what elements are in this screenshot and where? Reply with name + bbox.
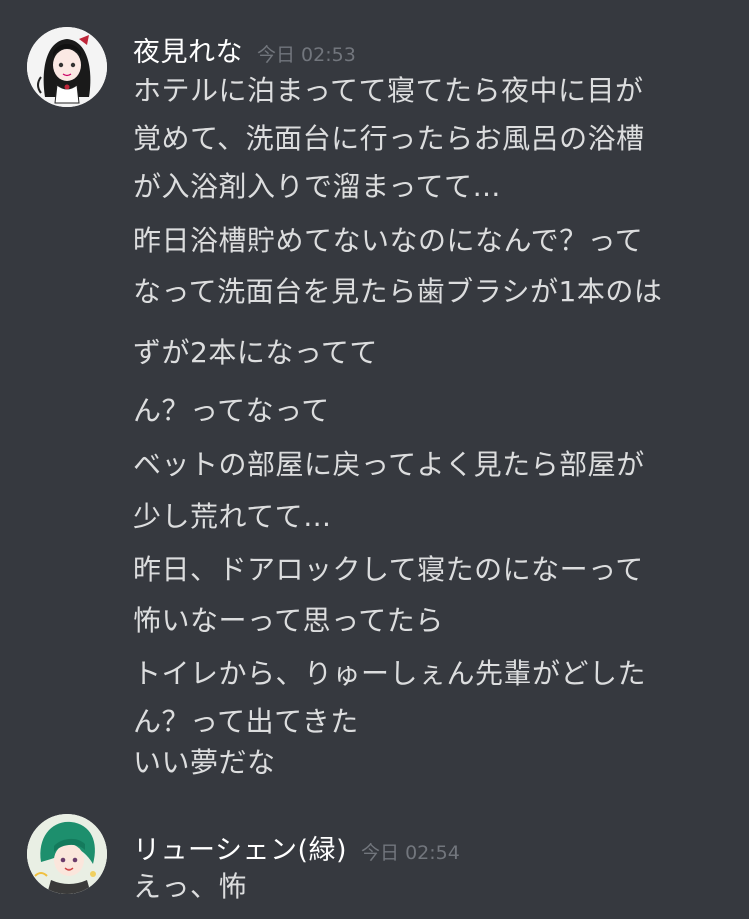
- message-line: えっ、怖: [133, 870, 248, 903]
- message-line: 覚めて、洗面台に行ったらお風呂の浴槽: [133, 122, 645, 155]
- message-line: なって洗面台を見たら歯ブラシが1本のは: [133, 275, 663, 308]
- message-header: 夜見れな 今日 02:53: [133, 30, 356, 69]
- message-line: 昨日浴槽貯めてないなのになんで？って: [133, 224, 644, 257]
- message-line: トイレから、りゅーしぇん先輩がどした: [133, 657, 647, 690]
- message-line: ずが2本になってて: [133, 336, 378, 369]
- message-line: 少し荒れてて…: [133, 500, 332, 533]
- avatar-image-icon: [27, 814, 107, 894]
- message-line: が入浴剤入りで溜まってて…: [133, 170, 501, 203]
- message-line: いい夢だな: [133, 746, 276, 779]
- message-line: ベットの部屋に戻ってよく見たら部屋が: [133, 448, 645, 481]
- message-line: 昨日、ドアロックして寝たのになーって: [133, 553, 644, 586]
- chat-messages: 夜見れな 今日 02:53 ホテルに泊まってて寝てたら夜中に目が 覚めて、洗面台…: [0, 0, 749, 919]
- message-header: リューシェン(緑) 今日 02:54: [133, 828, 460, 867]
- message-line: 怖いなーって思ってたら: [133, 604, 444, 637]
- message-line: ん？ってなって: [133, 394, 330, 427]
- message-group: リューシェン(緑) 今日 02:54 えっ、怖: [0, 790, 749, 919]
- avatar[interactable]: [27, 27, 107, 107]
- username[interactable]: リューシェン(緑): [133, 828, 347, 867]
- message-line: ホテルに泊まってて寝てたら夜中に目が: [133, 74, 644, 107]
- timestamp: 今日 02:54: [361, 842, 460, 864]
- message-line: ん？って出てきた: [133, 705, 359, 738]
- username[interactable]: 夜見れな: [133, 30, 243, 69]
- avatar[interactable]: [27, 814, 107, 894]
- avatar-image-icon: [27, 27, 107, 107]
- message-group: 夜見れな 今日 02:53 ホテルに泊まってて寝てたら夜中に目が 覚めて、洗面台…: [0, 0, 749, 790]
- timestamp: 今日 02:53: [257, 44, 356, 66]
